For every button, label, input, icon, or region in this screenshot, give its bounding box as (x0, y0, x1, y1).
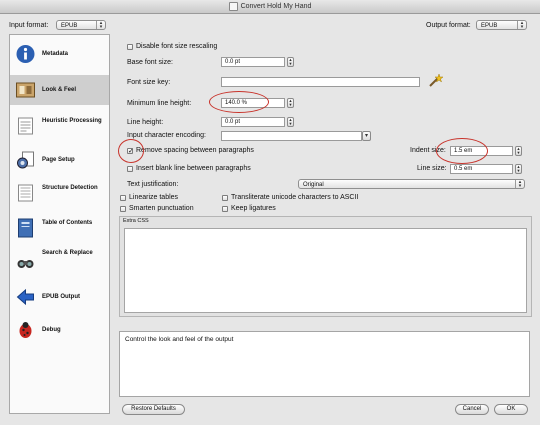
base-font-size-stepper[interactable]: ▲ ▼ (287, 57, 294, 67)
smarten-punctuation-checkbox[interactable] (120, 206, 126, 212)
page-setup-icon (17, 151, 34, 169)
sidebar-item-label: EPUB Output (42, 294, 80, 300)
sidebar-item-label: Look & Feel (42, 87, 77, 93)
line-size-stepper[interactable]: ▲ ▼ (515, 164, 522, 174)
sidebar-item-table-of-contents[interactable]: Table of Contents (10, 213, 109, 243)
linearize-tables-checkbox[interactable] (120, 195, 126, 201)
input-encoding-combo[interactable] (221, 131, 362, 141)
indent-size-label: Indent size: (410, 147, 446, 154)
sidebar-item-label: Table of Contents (42, 220, 93, 226)
indent-size-stepper[interactable]: ▲ ▼ (515, 146, 522, 156)
cancel-button[interactable]: Cancel (455, 404, 489, 415)
remove-spacing-label: Remove spacing between paragraphs (136, 147, 254, 154)
base-font-size-label: Base font size: (127, 59, 173, 66)
remove-spacing-checkbox[interactable]: ✓ (127, 148, 134, 155)
line-height-label: Line height: (127, 119, 164, 126)
extra-css-group: Extra CSS (119, 216, 532, 317)
sidebar-item-heuristic-processing[interactable]: Heuristic Processing (10, 111, 109, 141)
title-bar: Convert Hold My Hand (0, 0, 540, 14)
disable-font-rescaling-checkbox[interactable] (127, 44, 133, 50)
sidebar-item-look-and-feel[interactable]: Look & Feel (10, 75, 109, 105)
help-text-box: Control the look and feel of the output (119, 331, 530, 397)
transliterate-checkbox[interactable] (222, 195, 228, 201)
sidebar-item-debug[interactable]: Debug (10, 315, 109, 345)
line-height-stepper[interactable]: ▲ ▼ (287, 117, 294, 127)
keep-ligatures-checkbox[interactable] (222, 206, 228, 212)
toc-icon (18, 218, 33, 238)
text-justification-value: Original (303, 182, 324, 188)
document-icon (228, 1, 238, 11)
insert-blank-line-checkbox[interactable] (127, 166, 133, 172)
input-encoding-label: Input character encoding: (127, 132, 206, 139)
min-line-height-label: Minimum line height: (127, 100, 192, 107)
sidebar-item-metadata[interactable]: Metadata (10, 39, 109, 69)
linearize-tables-label: Linearize tables (129, 194, 179, 201)
epub-output-icon (16, 288, 34, 306)
text-justification-label: Text justification: (127, 181, 179, 188)
smarten-punctuation-label: Smarten punctuation (129, 205, 194, 212)
output-format-select[interactable]: EPUB ▴ ▾ (476, 20, 527, 30)
input-format-label: Input format: (9, 22, 49, 29)
output-format-label: Output format: (426, 22, 471, 29)
output-format-value: EPUB (481, 23, 498, 29)
heuristic-icon (18, 117, 33, 135)
line-height-input[interactable]: 0.0 pt (221, 117, 285, 127)
line-size-label: Line size: (417, 165, 447, 172)
sidebar-item-epub-output[interactable]: EPUB Output (10, 282, 109, 312)
transliterate-label: Transliterate unicode characters to ASCI… (231, 194, 359, 201)
extra-css-textarea[interactable] (124, 228, 527, 313)
font-size-key-input[interactable] (221, 77, 420, 87)
input-format-value: EPUB (61, 23, 78, 29)
indent-size-input[interactable]: 1.5 em (450, 146, 513, 156)
font-size-key-label: Font size key: (127, 79, 171, 86)
font-size-wizard-icon[interactable] (427, 73, 443, 89)
search-replace-icon (17, 260, 34, 268)
text-justification-select[interactable]: Original ▴ ▾ (298, 179, 525, 189)
chevron-updown-icon: ▴ ▾ (517, 21, 526, 30)
sidebar-item-page-setup[interactable]: Page Setup (10, 145, 109, 175)
sidebar-item-structure-detection[interactable]: Structure Detection (10, 178, 109, 208)
line-size-input[interactable]: 0.5 em (450, 164, 513, 174)
ok-button[interactable]: OK (494, 404, 528, 415)
sidebar-item-label: Debug (42, 327, 61, 333)
sidebar-item-label: Search & Replace (42, 250, 93, 256)
sidebar-item-label: Heuristic Processing (42, 118, 102, 124)
keep-ligatures-label: Keep ligatures (231, 205, 276, 212)
checkmark-icon: ✓ (128, 148, 134, 155)
input-format-select[interactable]: EPUB ▴ ▾ (56, 20, 106, 30)
sidebar-item-label: Page Setup (42, 157, 75, 163)
disable-font-rescaling-label: Disable font size rescaling (136, 43, 218, 50)
sidebar-item-label: Structure Detection (42, 185, 98, 191)
window-title: Convert Hold My Hand (240, 3, 312, 10)
chevron-updown-icon: ▴ ▾ (96, 21, 105, 30)
insert-blank-line-label: Insert blank line between paragraphs (136, 165, 251, 172)
info-icon (16, 45, 35, 63)
chevron-updown-icon: ▴ ▾ (515, 180, 524, 189)
sidebar: Metadata Look & Feel Heuristic Processin… (9, 34, 110, 414)
min-line-height-input[interactable]: 140.0 % (221, 98, 285, 108)
convert-dialog-window: Convert Hold My Hand Input format: EPUB … (0, 0, 540, 425)
extra-css-label: Extra CSS (123, 218, 149, 224)
sidebar-item-label: Metadata (42, 51, 69, 57)
restore-defaults-button[interactable]: Restore Defaults (122, 404, 185, 415)
debug-icon (19, 322, 32, 338)
look-and-feel-icon (16, 82, 35, 98)
chevron-down-icon[interactable]: ▾ (362, 131, 371, 141)
min-line-height-stepper[interactable]: ▲ ▼ (287, 98, 294, 108)
sidebar-item-search-replace[interactable]: Search & Replace (10, 247, 109, 277)
base-font-size-input[interactable]: 0.0 pt (221, 57, 285, 67)
structure-icon (18, 184, 33, 202)
